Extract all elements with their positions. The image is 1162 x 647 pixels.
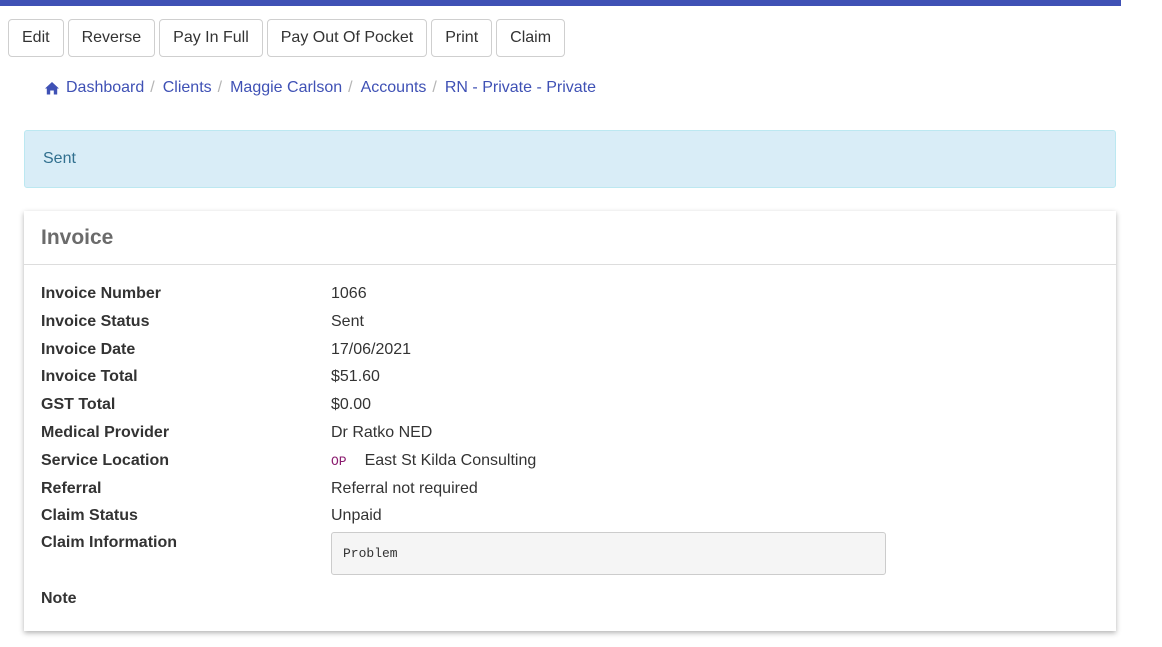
breadcrumb-client-name[interactable]: Maggie Carlson [230, 78, 342, 98]
breadcrumb-separator: / [348, 79, 353, 96]
location-type-badge: OP [331, 453, 347, 469]
referral-value: Referral not required [331, 479, 478, 497]
invoice-title: Invoice [24, 211, 1116, 265]
claim-status-value: Unpaid [331, 507, 382, 525]
referral-label: Referral [41, 479, 102, 497]
breadcrumb-clients[interactable]: Clients [163, 78, 212, 98]
medical-provider-value: Dr Ratko NED [331, 423, 433, 441]
claim-information-label: Claim Information [41, 534, 178, 551]
invoice-total-value: $51.60 [331, 368, 380, 386]
service-location-row: Service Location OP East St Kilda Consult… [41, 450, 1101, 478]
breadcrumb-separator: / [150, 79, 155, 96]
service-location-label: Service Location [41, 451, 170, 469]
breadcrumb-accounts[interactable]: Accounts [361, 78, 427, 98]
invoice-number-value: 1066 [331, 285, 367, 302]
claim-information-value: Problem [331, 532, 886, 575]
gst-total-value: $0.00 [331, 396, 372, 414]
pay-out-of-pocket-button[interactable]: Pay Out Of Pocket [266, 19, 428, 57]
edit-button[interactable]: Edit [8, 19, 64, 57]
home-icon[interactable] [44, 81, 60, 95]
breadcrumb-account[interactable]: RN - Private - Private [445, 78, 596, 98]
status-alert: Sent [24, 130, 1116, 188]
invoice-card: Invoice Invoice Number 1066 Invoice Stat… [24, 211, 1116, 631]
breadcrumb-dashboard[interactable]: Dashboard [66, 78, 144, 98]
gst-total-label: GST Total [41, 396, 116, 414]
invoice-date-row: Invoice Date 17/06/2021 [41, 339, 1101, 367]
invoice-number-label: Invoice Number [41, 285, 162, 302]
invoice-status-label: Invoice Status [41, 312, 150, 330]
top-accent-bar [0, 0, 1121, 6]
invoice-number-row: Invoice Number 1066 [41, 283, 1101, 311]
claim-status-row: Claim Status Unpaid [41, 505, 1101, 533]
service-location-value: East St Kilda Consulting [364, 451, 537, 469]
action-toolbar: Edit Reverse Pay In Full Pay Out Of Pock… [8, 19, 566, 57]
service-location-value-wrap: OP East St Kilda Consulting [331, 450, 536, 473]
invoice-date-value: 17/06/2021 [331, 340, 412, 358]
print-button[interactable]: Print [431, 19, 493, 57]
breadcrumb: Dashboard / Clients / Maggie Carlson / A… [44, 78, 596, 98]
claim-status-label: Claim Status [41, 507, 138, 525]
invoice-date-label: Invoice Date [41, 340, 136, 358]
pay-in-full-button[interactable]: Pay In Full [159, 19, 263, 57]
referral-row: Referral Referral not required [41, 478, 1101, 506]
gst-total-row: GST Total $0.00 [41, 394, 1101, 422]
medical-provider-row: Medical Provider Dr Ratko NED [41, 422, 1101, 450]
reverse-button[interactable]: Reverse [67, 19, 156, 57]
breadcrumb-separator: / [217, 79, 223, 96]
invoice-status-row: Invoice Status Sent [41, 311, 1101, 339]
invoice-status-value: Sent [331, 312, 364, 330]
invoice-details: Invoice Number 1066 Invoice Status Sent … [41, 283, 1101, 607]
breadcrumb-separator: / [432, 79, 437, 96]
claim-button[interactable]: Claim [496, 19, 566, 57]
medical-provider-label: Medical Provider [41, 423, 170, 441]
invoice-total-row: Invoice Total $51.60 [41, 366, 1101, 394]
note-label: Note [41, 590, 77, 607]
invoice-total-label: Invoice Total [41, 368, 138, 386]
